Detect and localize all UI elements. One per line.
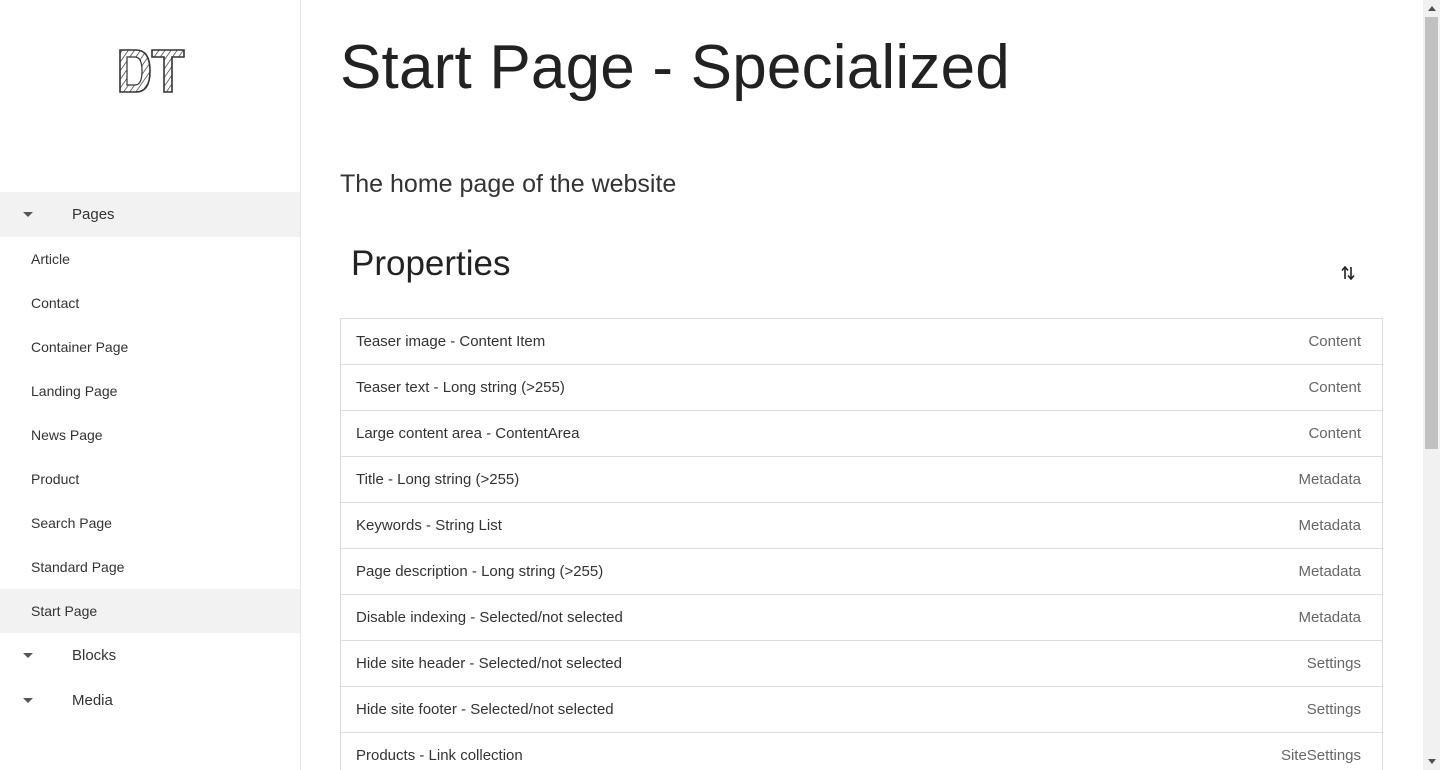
table-row[interactable]: Teaser text - Long string (>255) Content bbox=[341, 365, 1382, 411]
property-name: Keywords - String List bbox=[356, 517, 502, 534]
sidebar-item-contact[interactable]: Contact bbox=[0, 281, 300, 325]
sidebar-item-start-page[interactable]: Start Page bbox=[0, 589, 300, 633]
main-content: Start Page - Specialized The home page o… bbox=[301, 0, 1423, 770]
property-category: Content bbox=[1308, 333, 1361, 350]
table-row[interactable]: Keywords - String List Metadata bbox=[341, 503, 1382, 549]
sidebar-item-news-page[interactable]: News Page bbox=[0, 413, 300, 457]
sort-button[interactable] bbox=[1337, 262, 1359, 284]
property-category: Content bbox=[1308, 379, 1361, 396]
property-category: Content bbox=[1308, 425, 1361, 442]
property-category: SiteSettings bbox=[1280, 747, 1361, 764]
properties-heading: Properties bbox=[351, 244, 511, 283]
nav-group-label: Media bbox=[72, 692, 113, 709]
table-row[interactable]: Hide site header - Selected/not selected… bbox=[341, 641, 1382, 687]
sidebar-item-search-page[interactable]: Search Page bbox=[0, 501, 300, 545]
property-name: Teaser image - Content Item bbox=[356, 333, 546, 350]
page-description: The home page of the website bbox=[340, 170, 677, 198]
property-category: Settings bbox=[1306, 701, 1361, 718]
caret-down-icon bbox=[0, 652, 56, 659]
table-row[interactable]: Hide site footer - Selected/not selected… bbox=[341, 687, 1382, 733]
sidebar-item-product[interactable]: Product bbox=[0, 457, 300, 501]
property-name: Large content area - ContentArea bbox=[356, 425, 580, 442]
property-category: Metadata bbox=[1298, 517, 1361, 534]
property-name: Hide site header - Selected/not selected bbox=[356, 655, 622, 672]
property-category: Metadata bbox=[1298, 609, 1361, 626]
table-row[interactable]: Disable indexing - Selected/not selected… bbox=[341, 595, 1382, 641]
table-row[interactable]: Title - Long string (>255) Metadata bbox=[341, 457, 1382, 503]
sidebar-nav: Pages Article Contact Container Page Lan… bbox=[0, 192, 300, 723]
table-row[interactable]: Large content area - ContentArea Content bbox=[341, 411, 1382, 457]
table-row[interactable]: Teaser image - Content Item Content bbox=[341, 319, 1382, 365]
logo bbox=[114, 44, 186, 98]
property-name: Disable indexing - Selected/not selected bbox=[356, 609, 623, 626]
property-name: Hide site footer - Selected/not selected bbox=[356, 701, 614, 718]
page-title: Start Page - Specialized bbox=[340, 33, 1010, 102]
nav-group-blocks[interactable]: Blocks bbox=[0, 633, 300, 678]
sidebar: Pages Article Contact Container Page Lan… bbox=[0, 0, 301, 770]
sidebar-item-landing-page[interactable]: Landing Page bbox=[0, 369, 300, 413]
sidebar-item-container-page[interactable]: Container Page bbox=[0, 325, 300, 369]
property-category: Metadata bbox=[1298, 471, 1361, 488]
caret-down-icon bbox=[0, 211, 56, 218]
caret-down-icon bbox=[0, 697, 56, 704]
property-category: Metadata bbox=[1298, 563, 1361, 580]
sidebar-item-standard-page[interactable]: Standard Page bbox=[0, 545, 300, 589]
property-name: Title - Long string (>255) bbox=[356, 471, 520, 488]
property-name: Products - Link collection bbox=[356, 747, 523, 764]
table-row[interactable]: Products - Link collection SiteSettings bbox=[341, 733, 1382, 770]
nav-group-media[interactable]: Media bbox=[0, 678, 300, 723]
scroll-up-arrow-icon[interactable] bbox=[1423, 0, 1440, 17]
sort-icon bbox=[1341, 265, 1355, 281]
properties-table: Teaser image - Content Item Content Teas… bbox=[340, 318, 1383, 770]
property-category: Settings bbox=[1306, 655, 1361, 672]
property-name: Teaser text - Long string (>255) bbox=[356, 379, 565, 396]
table-row[interactable]: Page description - Long string (>255) Me… bbox=[341, 549, 1382, 595]
scrollbar-thumb[interactable] bbox=[1425, 17, 1438, 449]
logo-mark bbox=[119, 49, 185, 93]
vertical-scrollbar[interactable] bbox=[1423, 0, 1440, 770]
nav-group-label: Pages bbox=[72, 206, 115, 223]
scroll-down-arrow-icon[interactable] bbox=[1423, 753, 1440, 770]
app-root: Pages Article Contact Container Page Lan… bbox=[0, 0, 1440, 770]
nav-group-label: Blocks bbox=[72, 647, 117, 664]
sidebar-item-article[interactable]: Article bbox=[0, 237, 300, 281]
nav-group-pages[interactable]: Pages bbox=[0, 192, 300, 237]
property-name: Page description - Long string (>255) bbox=[356, 563, 604, 580]
